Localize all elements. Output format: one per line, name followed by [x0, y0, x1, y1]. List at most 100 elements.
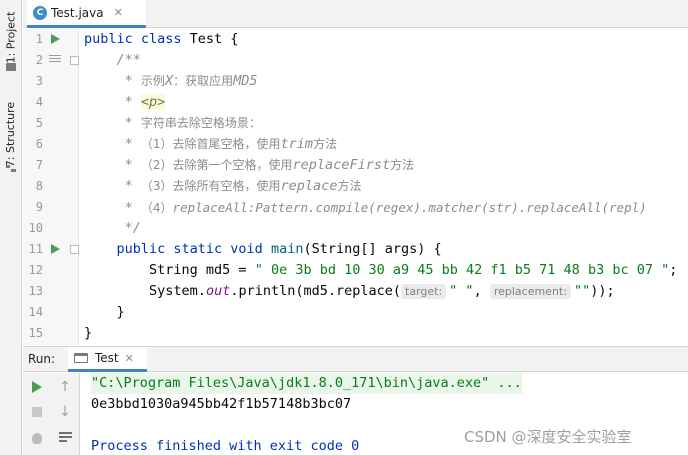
keyword-token: public static void [116, 241, 271, 257]
comment-token: （3）去除所有空格，使用 [140, 179, 281, 193]
comment-token: 字符串去除空格场景： [140, 116, 261, 130]
code-line-2: /** [84, 50, 141, 71]
code-line-9: * （4）replaceAll:Pattern.compile(regex).m… [84, 197, 647, 218]
parameter-hint: replacement: [489, 284, 571, 299]
line-number: 7 [35, 158, 43, 172]
comment-token: */ [124, 220, 141, 236]
comment-token: 方法 [313, 137, 338, 151]
structure-tool-tab[interactable]: 7: Structure [2, 94, 20, 174]
string-token: " " [449, 283, 474, 299]
keyword-token: public class [84, 31, 190, 47]
stop-button[interactable] [28, 403, 46, 421]
line-number: 3 [35, 74, 43, 88]
rerun-button[interactable] [28, 378, 46, 396]
editor-tab-test-java[interactable]: C Test.java ✕ [27, 0, 146, 28]
comment-token: （2）去除第一个空格，使用 [140, 158, 293, 172]
code-line-13: System.out.println(md5.replace(target: " … [84, 281, 615, 302]
code-line-15: } [84, 323, 92, 344]
code-token: .println(md5.replace( [230, 283, 402, 299]
run-tab-test[interactable]: Test ✕ [68, 347, 147, 372]
comment-token: * [124, 136, 141, 152]
scroll-down-button[interactable]: ↓ [56, 403, 74, 421]
comment-token: 示例 [140, 74, 165, 88]
console-command-line: "C:\Program Files\Java\jdk1.8.0_171\bin\… [91, 373, 522, 394]
fold-icon[interactable] [70, 245, 79, 254]
comment-token: replaceAll:Pattern.compile(regex).matche… [172, 200, 647, 215]
soft-wrap-button[interactable] [56, 429, 74, 447]
code-line-8: * （3）去除所有空格，使用replace方法 [84, 176, 362, 197]
method-name-token: main [270, 241, 304, 257]
line-number: 8 [35, 179, 43, 193]
code-line-7: * （2）去除第一个空格，使用replaceFirst方法 [84, 155, 414, 176]
comment-token: * [124, 157, 141, 173]
code-line-11: public static void main(String[] args) { [84, 239, 442, 260]
comment-token: trim [280, 136, 314, 152]
code-token: System. [149, 283, 206, 299]
editor-tab-label: Test.java [51, 5, 104, 20]
comment-token: 方法 [390, 158, 415, 172]
soft-wrap-icon [58, 432, 72, 444]
run-tab-label: Test [95, 351, 119, 365]
comment-token: * [124, 73, 141, 89]
comment-token: （1）去除首尾空格，使用 [140, 137, 281, 151]
code-editor[interactable]: public class Test { /** * 示例X：获取应用MD5 * … [80, 29, 688, 345]
line-number: 9 [35, 200, 43, 214]
console-output-line: 0e3bbd1030a945bb42f1b57148b3bc07 [91, 396, 352, 412]
line-number: 12 [28, 263, 43, 277]
scroll-up-button[interactable]: ↑ [56, 378, 74, 396]
line-number: 6 [35, 137, 43, 151]
fold-icon[interactable] [70, 56, 79, 65]
comment-token: * [124, 200, 141, 216]
comment-token: （4） [140, 201, 173, 215]
code-token: (String[] args) { [303, 241, 442, 257]
left-tool-strip: 1: Project 7: Structure [0, 0, 22, 455]
comment-token: replace [280, 178, 338, 194]
code-line-12: String md5 = " 0e 3b bd 10 30 a9 45 bb 4… [84, 260, 677, 281]
line-number: 11 [28, 242, 43, 256]
line-number: 2 [35, 53, 43, 67]
bug-icon [32, 432, 42, 444]
static-field-token: out [205, 283, 231, 299]
debug-button[interactable] [28, 429, 46, 447]
arrow-down-icon: ↓ [59, 404, 71, 420]
project-tool-tab[interactable]: 1: Project [2, 6, 20, 68]
line-number: 4 [35, 95, 43, 109]
line-number: 14 [28, 305, 43, 319]
editor-tab-bar: C Test.java ✕ [23, 0, 688, 28]
string-token: " 0e 3b bd 10 30 a9 45 bb 42 f1 b5 71 48… [254, 262, 670, 278]
rendered-docs-icon[interactable] [49, 55, 61, 65]
code-line-4: * <p> [84, 92, 166, 113]
code-line-1: public class Test { [84, 29, 238, 50]
run-panel-label: Run: [28, 352, 56, 366]
html-tag-token: <p> [140, 94, 166, 110]
code-line-6: * （1）去除首尾空格，使用trim方法 [84, 134, 337, 155]
comment-token: * [124, 178, 141, 194]
structure-icon [6, 165, 16, 173]
comment-token: MD5 [233, 73, 258, 89]
comment-token: X [164, 73, 174, 89]
run-class-icon[interactable] [51, 34, 60, 44]
string-token: "" [573, 283, 591, 299]
comment-token: /** [116, 52, 141, 68]
folder-icon [6, 63, 16, 71]
code-line-14: } [84, 302, 125, 323]
code-token: ; [669, 262, 678, 278]
line-number: 13 [28, 284, 43, 298]
close-icon[interactable]: ✕ [125, 352, 134, 365]
stop-icon [32, 407, 42, 417]
code-line-10: */ [84, 218, 141, 239]
project-tab-label: 1: Project [4, 11, 18, 63]
close-icon[interactable]: ✕ [114, 6, 123, 19]
arrow-up-icon: ↑ [59, 379, 71, 395]
editor-gutter: 1 2 3 4 5 6 7 8 9 10 11 12 13 14 15 [23, 29, 79, 345]
code-token: String md5 = [149, 262, 255, 278]
code-token: )); [590, 283, 615, 299]
comment-token: * [124, 115, 141, 131]
run-main-icon[interactable] [51, 244, 60, 254]
console-exit-line: Process finished with exit code 0 [91, 438, 360, 454]
line-number: 5 [35, 116, 43, 130]
run-config-icon [74, 353, 88, 363]
run-panel-header: Run: Test ✕ [23, 346, 688, 372]
watermark: CSDN @深度安全实验室 [464, 428, 632, 446]
code-token: } [84, 325, 93, 341]
